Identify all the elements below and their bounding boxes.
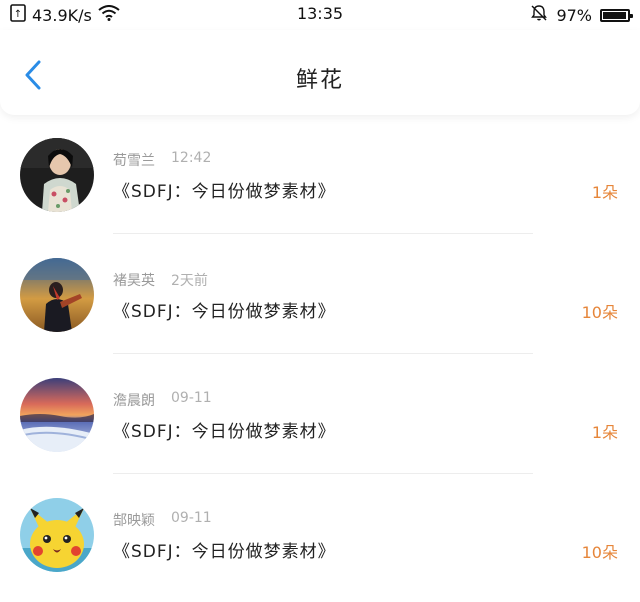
page-title: 鲜花 xyxy=(295,68,344,93)
status-bar: ↑ 43.9K/s 13:35 97% xyxy=(0,0,640,30)
item-message: 《SDFJ：今日份做梦素材》 xyxy=(113,302,336,322)
item-meta: 荀雪兰 12:42 xyxy=(113,150,211,170)
divider xyxy=(113,233,533,234)
sender-name: 褚昊英 xyxy=(113,273,155,289)
battery-icon xyxy=(600,8,633,22)
divider xyxy=(113,353,533,354)
item-meta: 郜映颖 09-11 xyxy=(113,510,212,530)
bell-muted-icon xyxy=(530,4,548,26)
timestamp: 12:42 xyxy=(171,150,212,166)
timestamp: 09-11 xyxy=(171,510,212,526)
item-meta: 澹晨朗 09-11 xyxy=(113,390,212,410)
header: 鲜花 xyxy=(0,30,640,115)
timestamp: 2天前 xyxy=(171,273,208,289)
divider xyxy=(113,473,533,474)
sender-name: 郜映颖 xyxy=(113,513,155,529)
list-item[interactable]: 澹晨朗 09-11 《SDFJ：今日份做梦素材》 1朵 xyxy=(0,362,640,482)
list-item[interactable]: 荀雪兰 12:42 《SDFJ：今日份做梦素材》 1朵 xyxy=(0,122,640,242)
battery-percent: 97% xyxy=(556,5,592,25)
sender-name: 荀雪兰 xyxy=(113,153,155,169)
item-message: 《SDFJ：今日份做梦素材》 xyxy=(113,422,336,442)
landscape-sunset-avatar[interactable] xyxy=(20,378,94,452)
item-message: 《SDFJ：今日份做梦素材》 xyxy=(113,542,336,562)
woman-portrait-avatar[interactable] xyxy=(20,138,94,212)
timestamp: 09-11 xyxy=(171,390,212,406)
sender-name: 澹晨朗 xyxy=(113,393,155,409)
flower-count: 10朵 xyxy=(581,303,618,322)
battery-level-fill xyxy=(603,11,627,19)
list-item[interactable]: 褚昊英 2天前 《SDFJ：今日份做梦素材》 10朵 xyxy=(0,242,640,362)
list-item[interactable]: 郜映颖 09-11 《SDFJ：今日份做梦素材》 10朵 xyxy=(0,482,640,602)
pikachu-avatar[interactable] xyxy=(20,498,94,572)
flower-count: 10朵 xyxy=(581,543,618,562)
item-meta: 褚昊英 2天前 xyxy=(113,270,208,290)
status-right: 97% xyxy=(530,4,633,26)
flower-list: 荀雪兰 12:42 《SDFJ：今日份做梦素材》 1朵 褚昊英 2天前 《SDF… xyxy=(0,122,640,602)
item-message: 《SDFJ：今日份做梦素材》 xyxy=(113,182,336,202)
figure-sunset-avatar[interactable] xyxy=(20,258,94,332)
flower-count: 1朵 xyxy=(591,423,618,442)
flower-count: 1朵 xyxy=(591,183,618,202)
